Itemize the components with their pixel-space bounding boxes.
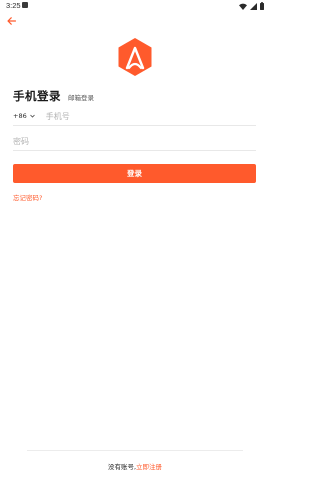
status-icons bbox=[239, 2, 264, 10]
page-title: 手机登录 bbox=[13, 89, 61, 103]
register-prompt: 没有账号,立即注册 bbox=[0, 461, 270, 471]
arrow-left-icon bbox=[6, 17, 16, 25]
battery-icon bbox=[260, 2, 264, 10]
hexagon-a-logo-icon bbox=[118, 38, 152, 76]
register-link[interactable]: 立即注册 bbox=[136, 463, 162, 471]
country-code-select[interactable]: +86 bbox=[13, 112, 35, 120]
phone-field-row: +86 bbox=[13, 107, 256, 126]
no-account-text: 没有账号, bbox=[107, 463, 137, 471]
footer-divider bbox=[27, 450, 243, 451]
status-bar: 3:25 bbox=[0, 0, 270, 12]
country-code-value: +86 bbox=[13, 112, 27, 120]
chevron-down-icon bbox=[29, 114, 35, 118]
back-button[interactable] bbox=[4, 14, 18, 28]
login-title-row: 手机登录 邮箱登录 bbox=[13, 88, 94, 104]
tab-email-login[interactable]: 邮箱登录 bbox=[68, 92, 94, 102]
login-button-label: 登录 bbox=[127, 169, 142, 178]
signal-icon bbox=[250, 2, 257, 10]
status-time: 3:25 bbox=[6, 1, 21, 10]
forgot-password-link[interactable]: 忘记密码? bbox=[13, 192, 42, 202]
notification-icon bbox=[22, 2, 28, 8]
password-field-row bbox=[13, 132, 256, 151]
wifi-icon bbox=[239, 3, 247, 10]
app-logo bbox=[115, 37, 155, 77]
login-button[interactable]: 登录 bbox=[13, 164, 256, 183]
phone-input[interactable] bbox=[45, 111, 236, 121]
password-input[interactable] bbox=[13, 136, 253, 146]
